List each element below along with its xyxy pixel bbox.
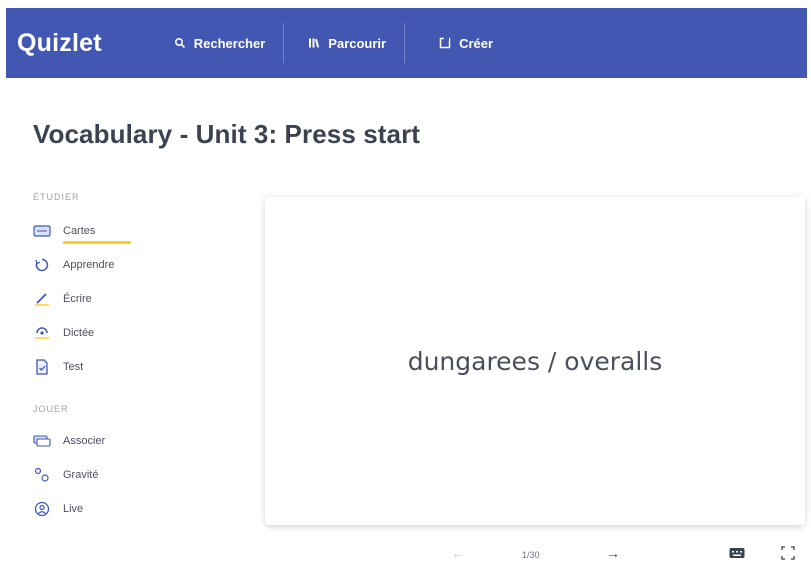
sidebar-item-label: Dictée [63, 327, 95, 339]
test-icon [33, 359, 51, 375]
live-icon [33, 501, 51, 517]
sidebar-item-label: Test [63, 361, 84, 373]
card-term-text: dungarees / overalls [407, 346, 663, 376]
nav-browse-link[interactable]: Parcourir [308, 8, 386, 78]
sidebar-item-associer[interactable]: Associer [33, 432, 105, 450]
flashcards-icon [33, 224, 51, 238]
nav-search-label: Rechercher [193, 35, 266, 51]
next-card-button[interactable]: → [606, 545, 620, 561]
previous-card-button[interactable]: ← [451, 545, 465, 561]
sidebar-item-ecrire[interactable]: Écrire [33, 290, 92, 308]
study-section-label: ÉTUDIER [33, 192, 80, 202]
sidebar-item-label: Apprendre [63, 259, 115, 271]
nav-divider [283, 23, 285, 63]
fullscreen-button[interactable] [781, 546, 795, 563]
card-counter: 1/30 [522, 550, 540, 560]
learn-icon [33, 258, 51, 272]
top-nav-bar: Quizlet Rechercher Parcourir Créer [6, 8, 807, 78]
nav-divider [404, 23, 406, 63]
sidebar-item-test[interactable]: Test [33, 358, 83, 376]
page-title: Vocabulary - Unit 3: Press start [33, 119, 421, 149]
match-icon [33, 434, 51, 448]
sidebar-item-gravite[interactable]: Gravité [33, 466, 98, 484]
gravity-icon [33, 467, 51, 482]
library-icon [308, 37, 320, 49]
fullscreen-icon [781, 546, 795, 563]
sidebar-item-label: Associer [63, 435, 106, 447]
nav-create-link[interactable]: Créer [439, 8, 493, 78]
nav-browse-label: Parcourir [328, 35, 387, 51]
search-icon [174, 37, 186, 49]
play-section-label: JOUER [33, 404, 69, 414]
sidebar-item-label: Gravité [63, 469, 99, 481]
sidebar-item-cartes[interactable]: Cartes [33, 222, 131, 244]
write-icon [33, 292, 51, 306]
sidebar-item-label: Cartes [63, 225, 96, 237]
quizlet-logo[interactable]: Quizlet [17, 29, 102, 58]
sidebar-item-dictee[interactable]: Dictée [33, 324, 94, 342]
sidebar-item-label: Live [63, 503, 84, 515]
spell-icon [33, 326, 51, 340]
flashcard[interactable]: dungarees / overalls [265, 197, 805, 525]
keyboard-shortcuts-button[interactable] [729, 546, 745, 562]
keyboard-icon [729, 546, 745, 562]
nav-search-link[interactable]: Rechercher [174, 8, 266, 78]
sidebar-item-label: Écrire [63, 293, 92, 305]
sidebar-item-apprendre[interactable]: Apprendre [33, 256, 114, 274]
sidebar-item-live[interactable]: Live [33, 500, 83, 518]
create-icon [439, 37, 451, 49]
active-indicator [63, 241, 131, 244]
nav-create-label: Créer [459, 35, 494, 51]
